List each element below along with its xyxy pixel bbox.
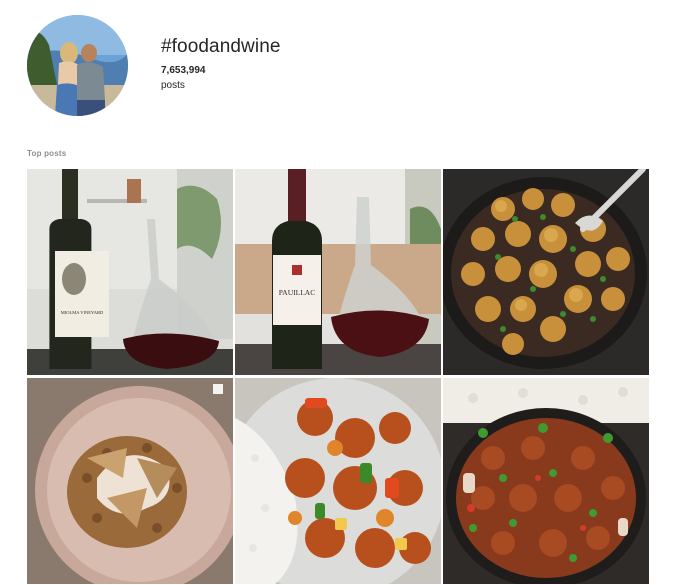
hashtag-title: #foodandwine: [161, 36, 281, 57]
sweet-sour-rice-image: [235, 378, 441, 584]
wine-bottle-decanter-image: MIOLMA VINEYARD: [27, 169, 233, 375]
post-tile-sweet-sour-rice[interactable]: [235, 378, 441, 584]
roasted-potatoes-image: [443, 169, 649, 375]
plated-dish-image: [27, 378, 233, 584]
post-tile-roasted-potatoes[interactable]: [443, 169, 649, 375]
post-tile-wine-decanter[interactable]: MIOLMA VINEYARD: [27, 169, 233, 375]
top-posts-heading: Top posts: [27, 149, 67, 158]
hashtag-profile-photo[interactable]: [27, 15, 128, 116]
post-count: 7,653,994: [161, 65, 206, 76]
posts-label: posts: [161, 80, 185, 91]
couple-photo-image: [27, 15, 128, 116]
post-tile-plated-dessert[interactable]: [27, 378, 233, 584]
wine-label-text-1: MIOLMA VINEYARD: [61, 310, 104, 315]
pauillac-wine-image: PAUILLAC: [235, 169, 441, 375]
post-tile-curry-rice[interactable]: [443, 378, 649, 584]
top-posts-grid: MIOLMA VINEYARD PAUILLAC: [27, 169, 649, 585]
curry-rice-image: [443, 378, 649, 584]
post-tile-pauillac[interactable]: PAUILLAC: [235, 169, 441, 375]
hashtag-header: #foodandwine 7,653,994 posts: [161, 36, 281, 92]
wine-label-text-2: PAUILLAC: [279, 288, 315, 297]
